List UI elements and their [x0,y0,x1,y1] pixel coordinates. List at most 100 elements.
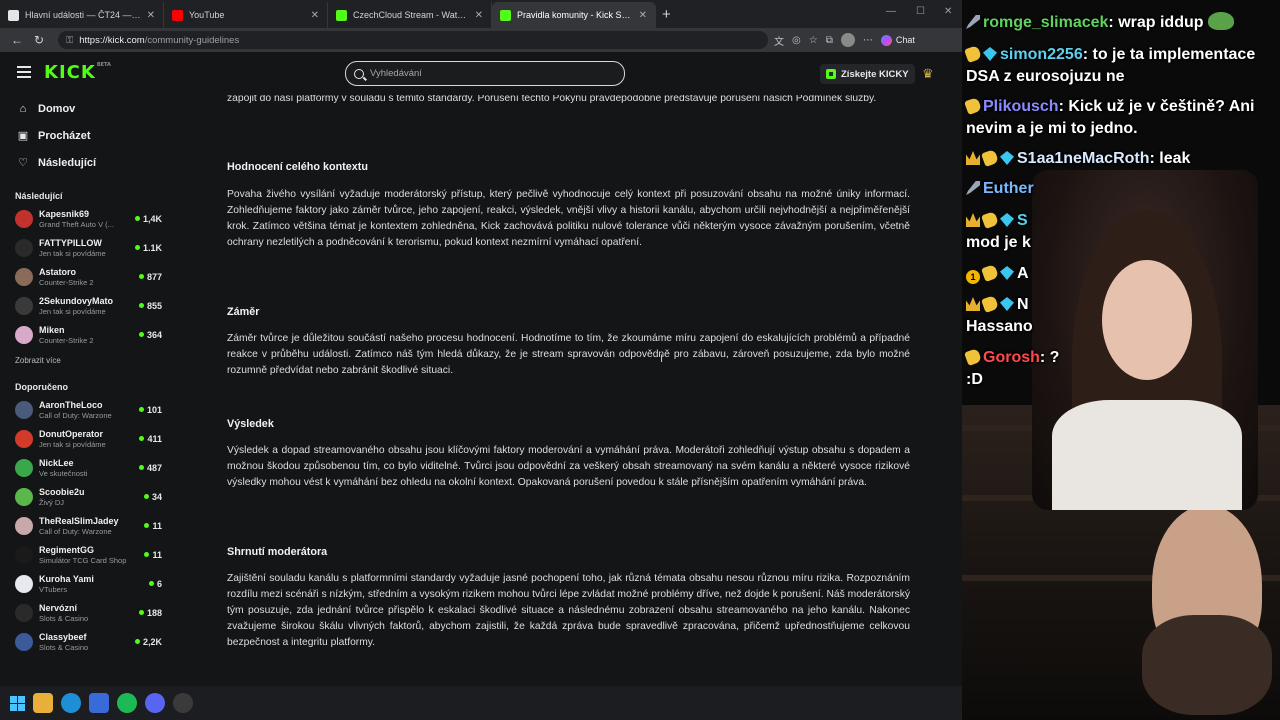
windows-start-icon[interactable] [10,695,25,711]
profile-avatar-icon[interactable] [840,33,855,47]
favorite-star-icon[interactable]: ☆ [809,35,818,46]
channel-item[interactable]: TheRealSlimJadey Call of Duty: Warzone 11 [0,511,168,540]
minimize-icon[interactable]: — [886,6,896,17]
tab-community-guidelines[interactable]: Pravidla komunity - Kick Streaming... ✕ [492,2,656,28]
live-dot-icon [143,494,149,499]
chat-message: N Hassano [966,294,1033,338]
back-icon[interactable]: ← [6,33,28,47]
tab-ct24[interactable]: Hlavní události — ČT24 — Česká t... ✕ [0,2,164,28]
translate-icon[interactable]: 文 [774,33,784,48]
section-heading: Záměr [227,306,260,318]
chat-username[interactable]: A [1017,265,1029,282]
channel-info: TheRealSlimJadey Call of Duty: Warzone [39,516,140,536]
close-icon[interactable]: ✕ [147,10,155,21]
url-field[interactable]: ⚿ https://kick.com/community-guidelines [58,31,768,49]
viewer-count: 34 [143,492,162,502]
channel-name: Miken [39,324,65,335]
channel-info: Miken Counter-Strike 2 [39,325,135,345]
channel-item[interactable]: Scoobie2u Živý DJ 34 [0,482,168,511]
following-list: Kapesnik69 Grand Theft Auto V (... 1,4K FAT… [0,204,168,349]
viewer-count: 2,2K [134,637,162,647]
channel-name: Kapesnik69 [39,208,90,219]
avatar [15,603,33,622]
channel-item[interactable]: NickLee Ve skutečnosti 487 [0,453,168,482]
channel-item[interactable]: AaronTheLoco Call of Duty: Warzone 101 [0,395,168,424]
chat-message: Plikousch: Kick už je v češtině? Ani nevi… [964,96,1255,140]
get-kicky-button[interactable]: Získejte KICKY [820,64,915,84]
window-close-icon[interactable]: ✕ [944,6,952,17]
edge-browser-icon[interactable] [61,693,81,713]
nav-following[interactable]: ♡ Následující [0,149,168,176]
channel-item[interactable]: Nervózní Slots & Casino 188 [0,598,168,627]
live-dot-icon [144,552,150,557]
channel-item[interactable]: DonutOperator Jen tak si povídáme 411 [0,424,168,453]
guidelines-content: zapojit do naší platformy v souladu s tě… [168,95,962,686]
viewer-count: 411 [139,434,162,444]
file-explorer-icon[interactable] [33,693,53,713]
viewer-count: 6 [148,579,162,589]
chat-username[interactable]: Plikousch [983,98,1059,115]
chat-username[interactable]: Gorosh [983,349,1040,366]
channel-category: Živý DJ [39,497,64,507]
chat-text: Kick už je v češtině? Ani [1068,98,1255,115]
chat-username[interactable]: S [1017,212,1028,229]
close-icon[interactable]: ✕ [311,10,319,21]
reload-icon[interactable]: ↻ [28,33,50,47]
search-input[interactable] [370,68,590,79]
channel-category: Simulátor TCG Card Shop [39,555,127,565]
channel-name: Kuroha Yami [39,573,94,584]
viewer-count: 364 [138,330,162,340]
chat-text-continued: mod je k [966,234,1031,251]
nav-home[interactable]: ⌂ Domov [0,95,168,122]
chat-username[interactable]: romge_slimacek [983,14,1108,31]
viewer-count-value: 101 [146,404,162,415]
app-icon[interactable] [89,693,109,713]
chat-label: Chat [895,35,915,45]
section-heading: Hodnocení celého kontextu [227,161,368,173]
app-icon[interactable] [173,693,193,713]
tab-youtube[interactable]: YouTube ✕ [164,2,328,28]
new-tab-icon[interactable]: + [662,6,671,23]
discord-icon[interactable] [145,693,165,713]
gem-badge-icon [1000,297,1014,311]
channel-info: DonutOperator Jen tak si povídáme [39,429,135,449]
nav-browse[interactable]: ▣ Procházet [0,122,168,149]
recommended-section-title: Doporučeno [15,382,68,392]
viewer-count: 487 [138,463,162,473]
chat-colon: : [1149,150,1160,167]
text-cursor-icon: I [660,353,664,365]
more-menu-icon[interactable]: ⋯ [863,35,873,46]
search-box[interactable] [345,61,625,86]
tab-czechcloud[interactable]: CzechCloud Stream - Watch Live o... ✕ [328,2,492,28]
chat-message: Smod je k [966,210,1031,254]
viewer-count-value: 411 [147,433,162,444]
site-info-icon[interactable]: ⚿ [66,35,73,46]
chat-button[interactable]: Chat [880,34,915,46]
channel-item[interactable]: Miken Counter-Strike 2 364 [0,320,168,349]
maximize-icon[interactable]: ☐ [916,6,925,17]
chat-username[interactable]: simon2256 [1000,46,1083,63]
kick-logo[interactable]: KICKBETA [44,62,111,83]
extensions-icon[interactable]: ⧉ [826,35,833,46]
show-more-link[interactable]: Zobrazit více [0,351,168,371]
channel-category: Counter-Strike 2 [39,277,94,287]
chat-username[interactable]: S1aa1neMacRoth [1017,150,1150,167]
rewards-icon[interactable]: ♛ [922,66,934,82]
hamburger-menu-icon[interactable] [17,66,31,78]
url-path: /community-guidelines [144,34,240,46]
channel-item[interactable]: Classybeef Slots & Casino 2,2K [0,627,168,656]
chat-username[interactable]: N [1017,296,1029,313]
live-dot-icon [134,216,140,221]
spotify-icon[interactable] [117,693,137,713]
channel-item[interactable]: Astatoro Counter-Strike 2 877 [0,262,168,291]
channel-item[interactable]: 2SekundovyMato Jen tak si povídáme 855 [0,291,168,320]
chat-username[interactable]: Euther [983,180,1034,197]
logo-text: KICK [44,62,96,83]
channel-item[interactable]: Kuroha Yami VTubers 6 [0,569,168,598]
reader-icon[interactable]: ◎ [792,35,801,46]
close-icon[interactable]: ✕ [475,10,483,21]
channel-item[interactable]: Kapesnik69 Grand Theft Auto V (... 1,4K [0,204,168,233]
close-icon[interactable]: ✕ [639,10,647,21]
channel-item[interactable]: RegimentGG Simulátor TCG Card Shop 11 [0,540,168,569]
channel-item[interactable]: FATTYPILLOW Jen tak si povídáme 1.1K [0,233,168,262]
